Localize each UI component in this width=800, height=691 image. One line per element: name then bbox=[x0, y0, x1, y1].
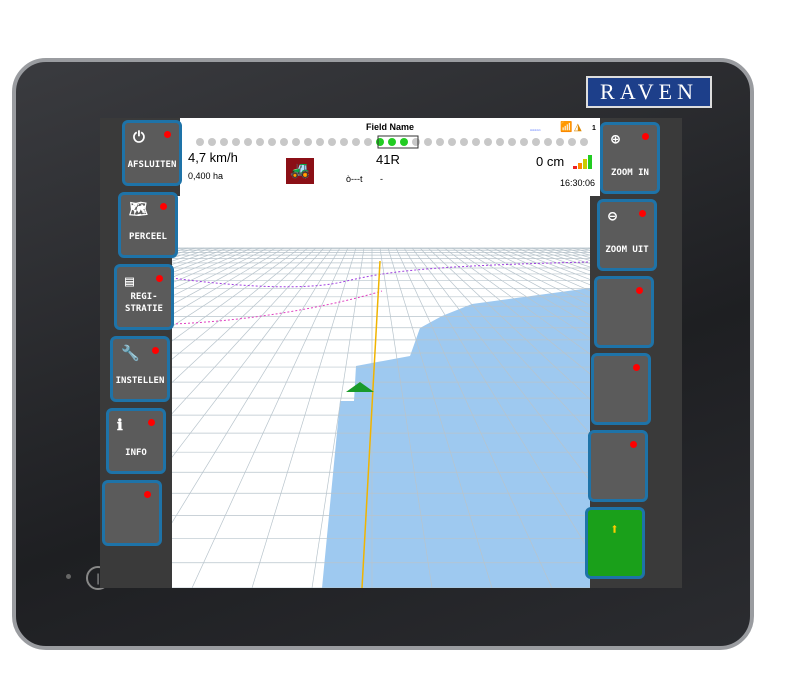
lightbar-led bbox=[328, 138, 336, 146]
right-button-3[interactable] bbox=[594, 276, 654, 348]
cross-track-offset: 0 cm bbox=[536, 154, 565, 169]
button-label: INSTELLEN bbox=[115, 376, 165, 386]
left-button-3[interactable]: ▤ REGI- STRATIE bbox=[114, 264, 174, 330]
tools-icon: 🔧 bbox=[121, 344, 140, 362]
button-label: ZOOM IN bbox=[611, 168, 649, 178]
lightbar-led bbox=[412, 138, 420, 146]
lightbar-led bbox=[424, 138, 432, 146]
gps-icon: ◮ bbox=[574, 122, 582, 133]
right-button-5[interactable] bbox=[588, 430, 648, 502]
lightbar-led bbox=[520, 138, 528, 146]
lightbar-led bbox=[508, 138, 516, 146]
lightbar bbox=[196, 135, 588, 149]
button-label: PERCEEL bbox=[129, 232, 167, 242]
signal-strength-icon bbox=[573, 155, 592, 169]
lightbar-led bbox=[436, 138, 444, 146]
lightbar-led bbox=[292, 138, 300, 146]
implement-icon: ò‑‑‑t bbox=[346, 174, 363, 184]
lightbar-led bbox=[220, 138, 228, 146]
lightbar-led bbox=[460, 138, 468, 146]
left-button-6[interactable] bbox=[102, 480, 162, 546]
lightbar-led bbox=[544, 138, 552, 146]
guidance-3d-view[interactable] bbox=[172, 196, 590, 588]
status-led bbox=[164, 131, 171, 138]
registration-icon: ▤ bbox=[125, 272, 135, 290]
indicator-light bbox=[66, 574, 71, 579]
lightbar-led bbox=[532, 138, 540, 146]
right-button-1[interactable]: ⊕ ZOOM IN bbox=[600, 122, 660, 194]
status-led bbox=[642, 133, 649, 140]
status-led bbox=[152, 347, 159, 354]
status-bar: Field Name 4,7 km/h 0,400 ha 🚜 41R ò‑‑‑t… bbox=[180, 118, 600, 196]
status-led bbox=[160, 203, 167, 210]
satellite-count: 1 bbox=[592, 125, 596, 132]
lightbar-led bbox=[556, 138, 564, 146]
implement-status: - bbox=[380, 174, 383, 184]
lightbar-led bbox=[244, 138, 252, 146]
button-label: REGI- STRATIE bbox=[125, 292, 163, 314]
lightbar-led bbox=[580, 138, 588, 146]
button-label: ZOOM UIT bbox=[605, 245, 649, 255]
status-led bbox=[144, 491, 151, 498]
zoom-out-icon: ⊖ bbox=[608, 207, 618, 225]
left-button-5[interactable]: ℹ INFO bbox=[106, 408, 166, 474]
lightbar-led bbox=[568, 138, 576, 146]
status-led bbox=[633, 364, 640, 371]
guidance-line: 41R bbox=[376, 152, 400, 167]
status-led bbox=[156, 275, 163, 282]
tractor-icon[interactable]: 🚜 bbox=[286, 158, 314, 184]
lightbar-led bbox=[340, 138, 348, 146]
speed: 4,7 km/h bbox=[188, 150, 238, 165]
rtk-icon: ▫▫▫▫▫ bbox=[530, 128, 541, 134]
lightbar-led bbox=[196, 138, 204, 146]
lightbar-led bbox=[400, 138, 408, 146]
arrow-up-icon: ⬆ bbox=[610, 520, 620, 538]
screen: Field Name 4,7 km/h 0,400 ha 🚜 41R ò‑‑‑t… bbox=[100, 118, 682, 588]
field-icon: 🗺 bbox=[129, 200, 149, 218]
zoom-in-icon: ⊕ bbox=[611, 130, 621, 148]
status-led bbox=[639, 210, 646, 217]
exit-icon: ⏻ bbox=[133, 128, 145, 146]
field-name: Field Name bbox=[366, 122, 415, 132]
info-icon: ℹ bbox=[117, 416, 123, 434]
lightbar-led bbox=[256, 138, 264, 146]
lightbar-led bbox=[352, 138, 360, 146]
right-button-2[interactable]: ⊖ ZOOM UIT bbox=[597, 199, 657, 271]
status-led bbox=[636, 287, 643, 294]
lightbar-led bbox=[268, 138, 276, 146]
lightbar-led bbox=[448, 138, 456, 146]
lightbar-led bbox=[304, 138, 312, 146]
status-led bbox=[148, 419, 155, 426]
boundary-line bbox=[172, 261, 590, 288]
lightbar-led bbox=[232, 138, 240, 146]
status-led bbox=[630, 441, 637, 448]
lightbar-led bbox=[280, 138, 288, 146]
clock: 16:30:06 bbox=[560, 178, 596, 188]
button-label: INFO bbox=[125, 448, 147, 458]
left-button-1[interactable]: ⏻ AFSLUITEN bbox=[122, 120, 182, 186]
lightbar-led bbox=[364, 138, 372, 146]
raven-logo: RAVEN bbox=[586, 76, 712, 108]
button-label: AFSLUITEN bbox=[127, 160, 177, 170]
right-button-4[interactable] bbox=[591, 353, 651, 425]
right-button-6[interactable]: ⬆ bbox=[585, 507, 645, 579]
lightbar-led bbox=[484, 138, 492, 146]
lightbar-led bbox=[208, 138, 216, 146]
lightbar-led bbox=[316, 138, 324, 146]
lightbar-led bbox=[388, 138, 396, 146]
wifi-icon: 📶 bbox=[560, 122, 573, 133]
lightbar-led bbox=[376, 138, 384, 146]
left-button-2[interactable]: 🗺 PERCEEL bbox=[118, 192, 178, 258]
lightbar-led bbox=[496, 138, 504, 146]
lightbar-led bbox=[472, 138, 480, 146]
left-button-4[interactable]: 🔧 INSTELLEN bbox=[110, 336, 170, 402]
area: 0,400 ha bbox=[188, 171, 224, 181]
